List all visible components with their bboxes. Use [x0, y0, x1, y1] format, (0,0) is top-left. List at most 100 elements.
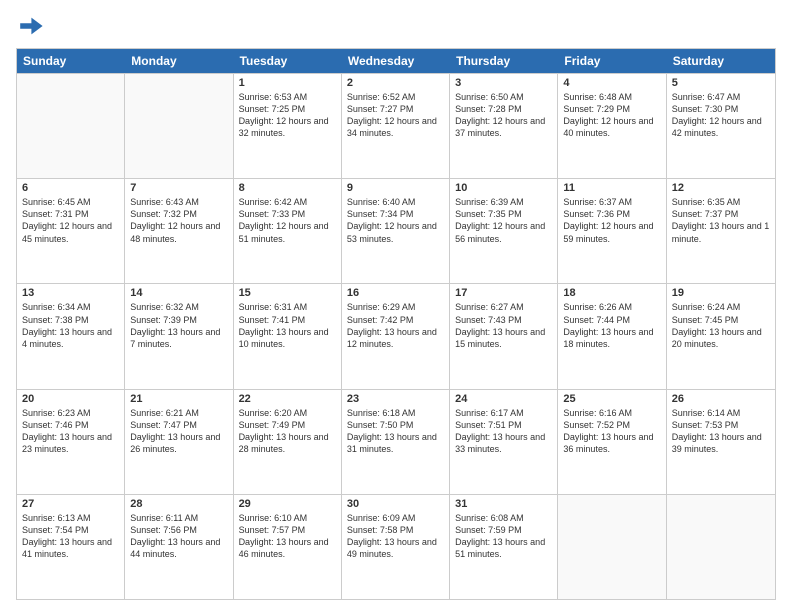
cell-info: Sunrise: 6:23 AM Sunset: 7:46 PM Dayligh…: [22, 407, 119, 456]
header-day-tuesday: Tuesday: [234, 49, 342, 73]
calendar-cell-r0-c6: 5 Sunrise: 6:47 AM Sunset: 7:30 PM Daylig…: [667, 74, 775, 178]
day-number: 12: [672, 182, 770, 194]
calendar-header: SundayMondayTuesdayWednesdayThursdayFrid…: [17, 49, 775, 73]
calendar-cell-r4-c5: [558, 495, 666, 599]
calendar: SundayMondayTuesdayWednesdayThursdayFrid…: [16, 48, 776, 600]
cell-info: Sunrise: 6:11 AM Sunset: 7:56 PM Dayligh…: [130, 512, 227, 561]
calendar-row-1: 6 Sunrise: 6:45 AM Sunset: 7:31 PM Daylig…: [17, 178, 775, 283]
header-day-monday: Monday: [125, 49, 233, 73]
day-number: 9: [347, 182, 444, 194]
cell-info: Sunrise: 6:31 AM Sunset: 7:41 PM Dayligh…: [239, 301, 336, 350]
calendar-cell-r4-c0: 27 Sunrise: 6:13 AM Sunset: 7:54 PM Dayli…: [17, 495, 125, 599]
cell-info: Sunrise: 6:32 AM Sunset: 7:39 PM Dayligh…: [130, 301, 227, 350]
day-number: 19: [672, 287, 770, 299]
day-number: 26: [672, 393, 770, 405]
header-day-saturday: Saturday: [667, 49, 775, 73]
day-number: 30: [347, 498, 444, 510]
day-number: 3: [455, 77, 552, 89]
cell-info: Sunrise: 6:16 AM Sunset: 7:52 PM Dayligh…: [563, 407, 660, 456]
page: SundayMondayTuesdayWednesdayThursdayFrid…: [0, 0, 792, 612]
calendar-cell-r3-c2: 22Sunrise: 6:20 AM Sunset: 7:49 PM Dayli…: [234, 390, 342, 494]
day-number: 20: [22, 393, 119, 405]
calendar-cell-r1-c1: 7 Sunrise: 6:43 AM Sunset: 7:32 PM Daylig…: [125, 179, 233, 283]
cell-info: Sunrise: 6:43 AM Sunset: 7:32 PM Dayligh…: [130, 196, 227, 245]
header-day-wednesday: Wednesday: [342, 49, 450, 73]
cell-info: Sunrise: 6:08 AM Sunset: 7:59 PM Dayligh…: [455, 512, 552, 561]
calendar-cell-r1-c3: 9 Sunrise: 6:40 AM Sunset: 7:34 PM Daylig…: [342, 179, 450, 283]
calendar-cell-r3-c4: 24 Sunrise: 6:17 AM Sunset: 7:51 PM Dayli…: [450, 390, 558, 494]
calendar-cell-r2-c5: 18 Sunrise: 6:26 AM Sunset: 7:44 PM Dayli…: [558, 284, 666, 388]
cell-info: Sunrise: 6:42 AM Sunset: 7:33 PM Dayligh…: [239, 196, 336, 245]
calendar-cell-r3-c0: 20 Sunrise: 6:23 AM Sunset: 7:46 PM Dayli…: [17, 390, 125, 494]
cell-info: Sunrise: 6:40 AM Sunset: 7:34 PM Dayligh…: [347, 196, 444, 245]
cell-info: Sunrise: 6:21 AM Sunset: 7:47 PM Dayligh…: [130, 407, 227, 456]
day-number: 1: [239, 77, 336, 89]
calendar-cell-r4-c2: 29 Sunrise: 6:10 AM Sunset: 7:57 PM Dayli…: [234, 495, 342, 599]
day-number: 8: [239, 182, 336, 194]
cell-info: Sunrise: 6:52 AM Sunset: 7:27 PM Dayligh…: [347, 91, 444, 140]
day-number: 13: [22, 287, 119, 299]
day-number: 16: [347, 287, 444, 299]
cell-info: Sunrise: 6:17 AM Sunset: 7:51 PM Dayligh…: [455, 407, 552, 456]
cell-info: Sunrise: 6:45 AM Sunset: 7:31 PM Dayligh…: [22, 196, 119, 245]
day-number: 11: [563, 182, 660, 194]
day-number: 18: [563, 287, 660, 299]
calendar-row-4: 27 Sunrise: 6:13 AM Sunset: 7:54 PM Dayli…: [17, 494, 775, 599]
calendar-cell-r3-c3: 23Sunrise: 6:18 AM Sunset: 7:50 PM Dayli…: [342, 390, 450, 494]
day-number: 2: [347, 77, 444, 89]
calendar-cell-r2-c3: 16 Sunrise: 6:29 AM Sunset: 7:42 PM Dayli…: [342, 284, 450, 388]
day-number: 29: [239, 498, 336, 510]
calendar-cell-r0-c5: 4 Sunrise: 6:48 AM Sunset: 7:29 PM Daylig…: [558, 74, 666, 178]
calendar-cell-r4-c3: 30 Sunrise: 6:09 AM Sunset: 7:58 PM Dayli…: [342, 495, 450, 599]
header-day-friday: Friday: [558, 49, 666, 73]
cell-info: Sunrise: 6:50 AM Sunset: 7:28 PM Dayligh…: [455, 91, 552, 140]
cell-info: Sunrise: 6:35 AM Sunset: 7:37 PM Dayligh…: [672, 196, 770, 245]
calendar-cell-r1-c6: 12 Sunrise: 6:35 AM Sunset: 7:37 PM Dayli…: [667, 179, 775, 283]
calendar-cell-r3-c5: 25 Sunrise: 6:16 AM Sunset: 7:52 PM Dayli…: [558, 390, 666, 494]
calendar-cell-r1-c2: 8 Sunrise: 6:42 AM Sunset: 7:33 PM Daylig…: [234, 179, 342, 283]
calendar-cell-r2-c4: 17 Sunrise: 6:27 AM Sunset: 7:43 PM Dayli…: [450, 284, 558, 388]
day-number: 28: [130, 498, 227, 510]
day-number: 4: [563, 77, 660, 89]
calendar-row-3: 20 Sunrise: 6:23 AM Sunset: 7:46 PM Dayli…: [17, 389, 775, 494]
day-number: 7: [130, 182, 227, 194]
day-number: 27: [22, 498, 119, 510]
calendar-cell-r1-c0: 6 Sunrise: 6:45 AM Sunset: 7:31 PM Daylig…: [17, 179, 125, 283]
cell-info: Sunrise: 6:29 AM Sunset: 7:42 PM Dayligh…: [347, 301, 444, 350]
calendar-body: 1Sunrise: 6:53 AM Sunset: 7:25 PM Daylig…: [17, 73, 775, 599]
calendar-cell-r0-c4: 3 Sunrise: 6:50 AM Sunset: 7:28 PM Daylig…: [450, 74, 558, 178]
day-number: 31: [455, 498, 552, 510]
day-number: 6: [22, 182, 119, 194]
calendar-cell-r2-c0: 13 Sunrise: 6:34 AM Sunset: 7:38 PM Dayli…: [17, 284, 125, 388]
cell-info: Sunrise: 6:47 AM Sunset: 7:30 PM Dayligh…: [672, 91, 770, 140]
cell-info: Sunrise: 6:48 AM Sunset: 7:29 PM Dayligh…: [563, 91, 660, 140]
cell-info: Sunrise: 6:13 AM Sunset: 7:54 PM Dayligh…: [22, 512, 119, 561]
calendar-cell-r0-c2: 1Sunrise: 6:53 AM Sunset: 7:25 PM Daylig…: [234, 74, 342, 178]
day-number: 5: [672, 77, 770, 89]
day-number: 21: [130, 393, 227, 405]
cell-info: Sunrise: 6:09 AM Sunset: 7:58 PM Dayligh…: [347, 512, 444, 561]
header-day-thursday: Thursday: [450, 49, 558, 73]
cell-info: Sunrise: 6:34 AM Sunset: 7:38 PM Dayligh…: [22, 301, 119, 350]
header-day-sunday: Sunday: [17, 49, 125, 73]
cell-info: Sunrise: 6:39 AM Sunset: 7:35 PM Dayligh…: [455, 196, 552, 245]
cell-info: Sunrise: 6:26 AM Sunset: 7:44 PM Dayligh…: [563, 301, 660, 350]
cell-info: Sunrise: 6:14 AM Sunset: 7:53 PM Dayligh…: [672, 407, 770, 456]
cell-info: Sunrise: 6:24 AM Sunset: 7:45 PM Dayligh…: [672, 301, 770, 350]
calendar-cell-r4-c6: [667, 495, 775, 599]
cell-info: Sunrise: 6:37 AM Sunset: 7:36 PM Dayligh…: [563, 196, 660, 245]
calendar-cell-r3-c6: 26 Sunrise: 6:14 AM Sunset: 7:53 PM Dayli…: [667, 390, 775, 494]
calendar-cell-r0-c3: 2 Sunrise: 6:52 AM Sunset: 7:27 PM Daylig…: [342, 74, 450, 178]
day-number: 10: [455, 182, 552, 194]
calendar-cell-r0-c0: [17, 74, 125, 178]
calendar-cell-r1-c5: 11 Sunrise: 6:37 AM Sunset: 7:36 PM Dayli…: [558, 179, 666, 283]
cell-info: Sunrise: 6:27 AM Sunset: 7:43 PM Dayligh…: [455, 301, 552, 350]
day-number: 14: [130, 287, 227, 299]
header: [16, 12, 776, 40]
day-number: 25: [563, 393, 660, 405]
day-number: 24: [455, 393, 552, 405]
day-number: 22: [239, 393, 336, 405]
calendar-cell-r2-c2: 15Sunrise: 6:31 AM Sunset: 7:41 PM Dayli…: [234, 284, 342, 388]
day-number: 17: [455, 287, 552, 299]
cell-info: Sunrise: 6:10 AM Sunset: 7:57 PM Dayligh…: [239, 512, 336, 561]
